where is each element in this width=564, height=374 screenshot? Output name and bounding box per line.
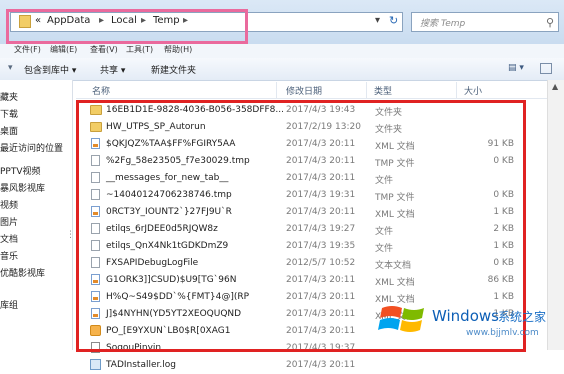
file-row[interactable]: TADInstaller.log 2017/4/3 20:11 [86,357,526,374]
nav-videos[interactable]: 视频 [0,198,18,211]
nav-pictures[interactable]: 图片 [0,215,18,228]
column-divider[interactable] [276,82,277,98]
address-area: « AppData ▸ Local ▸ Temp ▸ ▾ ↻ 搜索 Temp ⚲ [0,0,564,44]
menu-view[interactable]: 查看(V) [90,44,118,55]
scroll-up-icon[interactable]: ▲ [552,82,558,91]
nav-music[interactable]: 音乐 [0,249,18,262]
new-folder-button[interactable]: 新建文件夹 [151,63,196,76]
command-bar: ▾ 包含到库中 ▾ 共享 ▾ 新建文件夹 ▤ ▾ [0,58,564,81]
column-date[interactable]: 修改日期 [286,84,322,97]
search-icon: ⚲ [545,16,554,29]
file-date: 2017/4/3 20:11 [286,360,356,370]
nav-baofeng[interactable]: 暴风影视库 [0,181,45,194]
nav-recent-places[interactable]: 最近访问的位置 [0,141,63,154]
nav-documents[interactable]: 文档 [0,232,18,245]
menu-tools[interactable]: 工具(T) [126,44,153,55]
menu-bar: 文件(F) 编辑(E) 查看(V) 工具(T) 帮助(H) [0,44,564,59]
watermark-brand: Windows [432,307,499,325]
watermark-site: 系统之家 [498,310,547,324]
address-dropdown-icon[interactable]: ▾ [375,15,380,26]
nav-youku[interactable]: 优酷影视库 [0,266,45,279]
nav-resize-handle[interactable]: ⋮ [66,230,75,240]
share-button[interactable]: 共享 ▾ [100,63,125,76]
include-in-library-button[interactable]: 包含到库中 ▾ [24,63,76,76]
windows-logo-icon [378,306,424,332]
tad-icon [90,359,101,370]
column-divider[interactable] [456,82,457,98]
nav-homegroup[interactable]: 库组 [0,298,18,311]
menu-edit[interactable]: 编辑(E) [50,44,77,55]
column-name[interactable]: 名称 [92,84,110,97]
nav-desktop[interactable]: 桌面 [0,124,18,137]
navigation-pane: 藏夹 下载 桌面 最近访问的位置 PPTV视频 暴风影视库 视频 图片 文档 音… [0,80,75,350]
nav-pptv[interactable]: PPTV视频 [0,164,41,177]
search-input[interactable]: 搜索 Temp ⚲ [411,12,559,32]
file-name: TADInstaller.log [106,360,176,370]
column-divider[interactable] [366,82,367,98]
search-placeholder: 搜索 Temp [420,19,466,29]
column-size[interactable]: 大小 [464,84,482,97]
column-header: 名称 修改日期 类型 大小 [76,82,564,99]
menu-file[interactable]: 文件(F) [14,44,41,55]
view-options-icon[interactable]: ▤ ▾ [508,63,524,73]
vertical-scrollbar[interactable]: ▲ [547,80,564,350]
address-highlight-box [6,9,248,44]
column-type[interactable]: 类型 [374,84,392,97]
menu-help[interactable]: 帮助(H) [164,44,192,55]
watermark-url: www.bjjmlv.com [466,328,539,338]
nav-downloads[interactable]: 下载 [0,107,18,120]
organize-button[interactable]: ▾ [8,63,13,73]
refresh-icon[interactable]: ↻ [389,14,398,27]
preview-pane-icon[interactable] [540,63,552,74]
nav-favorites[interactable]: 藏夹 [0,90,18,103]
